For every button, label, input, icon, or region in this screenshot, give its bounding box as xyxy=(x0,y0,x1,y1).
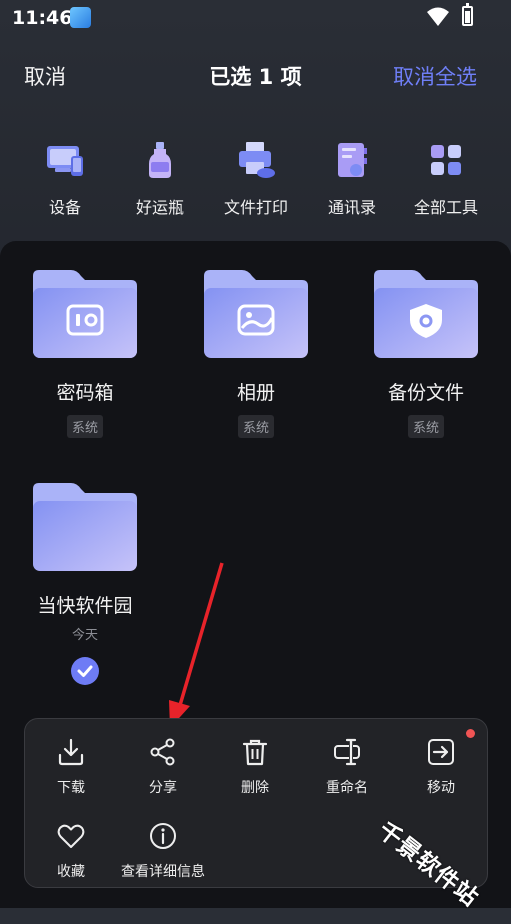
tool-label: 好运瓶 xyxy=(135,198,184,217)
move-button[interactable]: 移动 xyxy=(395,729,487,797)
action-label: 查看详细信息 xyxy=(121,864,205,880)
rename-button[interactable]: 重命名 xyxy=(301,737,393,797)
system-badge: 系统 xyxy=(407,415,444,438)
deselect-all-button[interactable]: 取消全选 xyxy=(393,61,477,91)
action-label: 收藏 xyxy=(57,864,85,880)
action-label: 分享 xyxy=(149,780,177,796)
status-bar: 11:46 xyxy=(0,0,511,36)
folder-name: 密码箱 xyxy=(56,382,114,404)
details-button[interactable]: 查看详细信息 xyxy=(117,821,209,881)
tool-print[interactable]: 文件打印 xyxy=(206,140,306,218)
tools-row: 设备 好运瓶 文件打印 通讯录 全部工具 xyxy=(0,140,511,220)
printer-icon xyxy=(239,142,275,178)
folder-icon xyxy=(204,270,308,358)
info-icon xyxy=(150,823,176,849)
folder-icon xyxy=(374,270,478,358)
action-label: 下载 xyxy=(57,780,85,796)
folder-name: 当快软件园 xyxy=(37,595,133,617)
folder-icon xyxy=(33,270,137,358)
tool-bottle[interactable]: 好运瓶 xyxy=(110,140,210,218)
app-badge-icon xyxy=(70,7,91,28)
tool-label: 全部工具 xyxy=(413,198,478,217)
heart-icon xyxy=(57,824,85,848)
move-icon xyxy=(428,739,454,765)
share-icon xyxy=(150,738,175,766)
folder-name: 相册 xyxy=(236,382,275,404)
system-badge: 系统 xyxy=(237,415,274,438)
selection-header: 取消 已选 1 项 取消全选 xyxy=(0,50,511,98)
device-icon xyxy=(47,146,83,176)
tool-all[interactable]: 全部工具 xyxy=(396,140,496,218)
system-badge: 系统 xyxy=(66,415,103,438)
folder-item[interactable]: 备份文件 系统 xyxy=(351,268,501,438)
folder-item[interactable]: 密码箱 系统 xyxy=(10,268,160,438)
tool-contacts[interactable]: 通讯录 xyxy=(302,140,402,218)
folder-item-selected[interactable]: 当快软件园 今天 xyxy=(10,481,160,685)
status-time: 11:46 xyxy=(12,7,73,29)
contacts-icon xyxy=(338,143,367,177)
favorite-button[interactable]: 收藏 xyxy=(25,821,117,881)
tool-label: 设备 xyxy=(48,198,81,217)
notification-dot xyxy=(466,729,475,738)
tool-label: 文件打印 xyxy=(223,198,288,217)
folder-icon xyxy=(33,483,137,571)
tool-device[interactable]: 设备 xyxy=(15,140,115,218)
folder-item[interactable]: 相册 系统 xyxy=(181,268,331,438)
trash-icon xyxy=(242,739,268,766)
rename-icon xyxy=(334,738,360,766)
action-label: 移动 xyxy=(427,780,455,796)
tool-label: 通讯录 xyxy=(327,198,376,217)
battery-charging-icon xyxy=(462,3,473,26)
wifi-icon xyxy=(427,7,449,26)
delete-button[interactable]: 删除 xyxy=(209,737,301,797)
download-icon xyxy=(58,738,84,766)
share-button[interactable]: 分享 xyxy=(117,737,209,797)
selected-check-icon[interactable] xyxy=(71,657,99,685)
folder-name: 备份文件 xyxy=(387,382,464,404)
all-tools-icon xyxy=(431,145,461,175)
download-button[interactable]: 下载 xyxy=(25,737,117,797)
action-label: 删除 xyxy=(241,780,269,796)
bottle-icon xyxy=(149,142,171,178)
folder-date: 今天 xyxy=(71,628,98,643)
action-label: 重命名 xyxy=(326,780,368,796)
